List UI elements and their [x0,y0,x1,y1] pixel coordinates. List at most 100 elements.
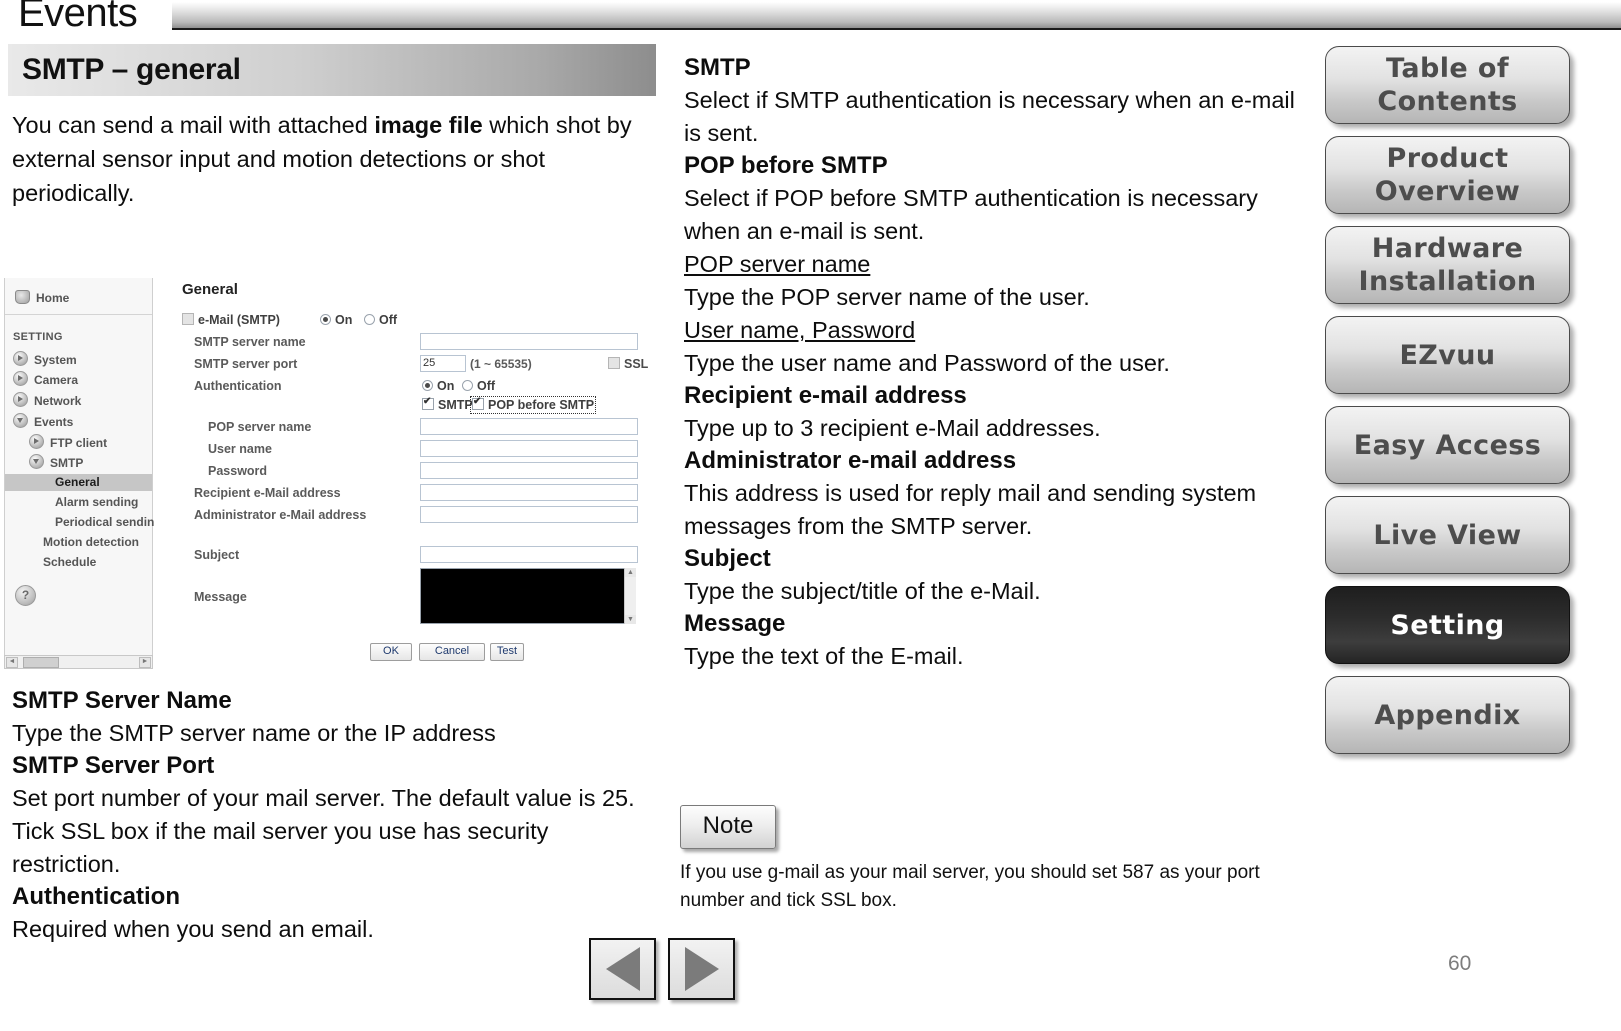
checkbox-checked-icon [472,396,484,410]
sidebar-item-camera[interactable]: Camera [13,371,78,387]
intro-part1: You can send a mail with attached [12,112,375,138]
administrator-email-label: Administrator e-Mail address [194,508,367,522]
email-smtp-on-label: On [335,313,353,327]
sidebar-item-events[interactable]: Events [13,413,73,429]
page-number: 60 [1448,952,1472,975]
nav-button-product-overview[interactable]: Product Overview [1325,136,1570,214]
scroll-up-icon[interactable]: ▲ [625,568,636,577]
sidebar-item-smtp[interactable]: SMTP [29,454,83,470]
chevron-right-icon [13,351,28,366]
intro-paragraph: You can send a mail with attached image … [12,108,642,210]
radio-off-icon [462,380,473,391]
nav-button-hardware-installation[interactable]: Hardware Installation [1325,226,1570,304]
nav-button-easy-access[interactable]: Easy Access [1325,406,1570,484]
auth-off-radio[interactable]: Off [462,379,495,393]
sidebar-item-general-label: General [55,475,100,489]
sidebar-item-home[interactable]: Home [15,290,69,305]
sidebar-horizontal-scrollbar[interactable]: ◄ ► [4,655,153,669]
authentication-label: Authentication [194,379,282,393]
nav-button-table-of-contents[interactable]: Table of Contents [1325,46,1570,124]
smtp-server-name-input[interactable] [420,333,638,350]
copy-paragraph: Type the POP server name of the user. [684,284,1090,310]
sidebar-item-events-label: Events [34,415,74,429]
smtp-checkbox-label: SMTP [438,398,473,412]
cancel-button[interactable]: Cancel [419,643,485,661]
help-icon[interactable]: ? [15,585,36,606]
ok-button[interactable]: OK [370,643,412,661]
message-textarea[interactable] [420,568,626,624]
note-badge: Note [680,805,776,849]
radio-on-icon [422,380,433,391]
left-body-copy: SMTP Server Name Type the SMTP server na… [12,685,652,946]
sidebar-item-ftp-client-label: FTP client [50,436,108,450]
smtp-server-port-input[interactable]: 25 [420,355,466,372]
note-block: Note If you use g-mail as your mail serv… [680,805,1320,915]
scroll-down-icon[interactable]: ▼ [625,615,636,624]
message-scrollbar[interactable]: ▲ ▼ [624,568,636,624]
nav-label-live-view: Live View [1373,519,1522,551]
sidebar-item-motion-detection[interactable]: Motion detection [43,535,139,549]
sidebar-group-label: SETTING [13,331,63,343]
ssl-label: SSL [624,357,649,371]
previous-page-button[interactable] [589,938,656,1000]
scroll-right-icon[interactable]: ► [139,657,151,668]
sidebar-item-periodical-sending-label: Periodical sendin [55,515,155,529]
sidebar-item-ftp-client[interactable]: FTP client [29,434,107,450]
section-banner: SMTP – general [8,44,656,96]
user-name-input[interactable] [420,440,638,457]
section-title: SMTP – general [22,53,241,86]
next-page-button[interactable] [668,938,735,1000]
subject-label: Subject [194,548,240,562]
sidebar-item-network[interactable]: Network [13,392,81,408]
radio-off-icon [364,314,375,325]
sidebar-item-periodical-sending[interactable]: Periodical sendin [55,515,154,529]
sidebar-item-alarm-sending[interactable]: Alarm sending [55,495,138,509]
copy-heading: SMTP Server Name [12,687,232,714]
sidebar-item-home-label: Home [36,291,70,305]
password-input[interactable] [420,462,638,479]
recipient-email-input[interactable] [420,484,638,501]
copy-paragraph: Type the user name and Password of the u… [684,350,1170,376]
scrollbar-thumb[interactable] [23,657,59,668]
nav-button-live-view[interactable]: Live View [1325,496,1570,574]
smtp-checkbox[interactable]: SMTP [422,396,473,412]
nav-button-appendix[interactable]: Appendix [1325,676,1570,754]
copy-heading: POP before SMTP [684,152,888,179]
copy-underlined: POP server name [684,248,1314,281]
copy-underlined: User name, Password [684,314,1314,347]
scroll-left-icon[interactable]: ◄ [6,657,18,668]
copy-heading: SMTP [684,54,751,81]
chevron-right-icon [29,434,44,449]
note-text: If you use g-mail as your mail server, y… [680,862,1260,911]
test-button[interactable]: Test [490,643,524,661]
copy-paragraph: Select if POP before SMTP authentication… [684,185,1258,244]
subject-input[interactable] [420,546,638,563]
copy-paragraph: Type the text of the E-mail. [684,643,964,669]
nav-label-ezvuu: EZvuu [1399,339,1496,371]
nav-label-setting: Setting [1390,609,1505,641]
email-smtp-on-radio[interactable]: On [320,313,352,327]
smtp-server-port-label: SMTP server port [194,357,298,371]
pop-before-smtp-checkbox[interactable]: POP before SMTP [469,396,597,414]
nav-button-setting[interactable]: Setting [1325,586,1570,664]
sidebar-item-general[interactable]: General [55,475,100,489]
middle-column: SMTP Select if SMTP authentication is ne… [684,52,1314,673]
administrator-email-input[interactable] [420,506,638,523]
copy-paragraph: Type the subject/title of the e-Mail. [684,578,1041,604]
sidebar-item-system[interactable]: System [13,351,77,367]
copy-paragraph: Type the SMTP server name or the IP addr… [12,720,496,746]
ssl-checkbox[interactable]: SSL [608,357,648,371]
email-smtp-off-radio[interactable]: Off [364,313,397,327]
copy-paragraph: Select if SMTP authentication is necessa… [684,87,1295,146]
sidebar-item-system-label: System [34,353,77,367]
copy-heading: SMTP Server Port [12,752,215,779]
auth-on-radio[interactable]: On [422,379,454,393]
sidebar-item-schedule[interactable]: Schedule [43,555,96,569]
page-header: Events [0,0,1621,36]
expand-collapse-icon[interactable] [182,313,194,325]
pop-before-smtp-checkbox-label: POP before SMTP [488,398,595,412]
copy-paragraph: This address is used for reply mail and … [684,480,1257,539]
pop-server-name-input[interactable] [420,418,638,435]
nav-button-ezvuu[interactable]: EZvuu [1325,316,1570,394]
copy-heading: Message [684,610,786,637]
